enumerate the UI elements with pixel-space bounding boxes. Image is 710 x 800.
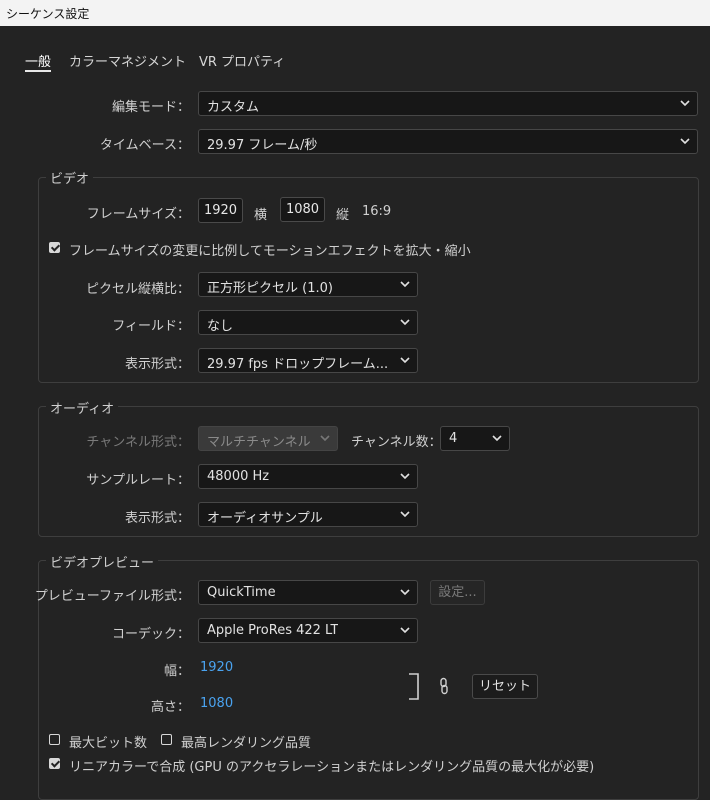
chevron-down-icon: [492, 435, 502, 442]
tab-vr-properties[interactable]: VR プロパティ: [199, 51, 285, 70]
preview-file-format-select[interactable]: QuickTime: [198, 580, 418, 605]
chevron-down-icon: [400, 473, 410, 480]
chevron-down-icon: [400, 357, 410, 364]
channel-format-value: マルチチャンネル: [207, 435, 311, 450]
chevron-down-icon: [400, 511, 410, 518]
preview-height-value[interactable]: 1080: [200, 696, 233, 711]
timebase-select[interactable]: 29.97 フレーム/秒: [198, 129, 698, 154]
fields-value: なし: [207, 319, 234, 334]
sample-rate-label: サンプルレート：: [86, 473, 190, 488]
preview-file-format-label: プレビューファイル形式：: [34, 589, 190, 604]
frame-width-unit: 横: [254, 208, 268, 223]
sample-rate-select[interactable]: 48000 Hz: [198, 464, 418, 489]
frame-width-input[interactable]: 1920: [198, 198, 243, 223]
audio-display-format-select[interactable]: オーディオサンプル: [198, 502, 418, 527]
tab-color-management[interactable]: カラーマネジメント: [69, 51, 186, 70]
pixel-aspect-select[interactable]: 正方形ピクセル (1.0): [198, 272, 418, 297]
chevron-down-icon: [400, 627, 410, 634]
channel-count-select[interactable]: 4: [440, 426, 510, 451]
edit-mode-label: 編集モード：: [111, 100, 190, 115]
reset-button[interactable]: リセット: [472, 674, 538, 699]
aspect-ratio-text: 16:9: [362, 204, 392, 219]
video-display-format-select[interactable]: 29.97 fps ドロップフレーム...: [198, 348, 418, 373]
codec-value: Apple ProRes 422 LT: [207, 623, 339, 638]
video-display-format-value: 29.97 fps ドロップフレーム...: [207, 357, 387, 372]
tab-general[interactable]: 一般: [25, 51, 52, 72]
window-title: シーケンス設定: [6, 7, 90, 21]
frame-height-input[interactable]: 1080: [280, 197, 325, 222]
pixel-aspect-label: ピクセル縦横比：: [85, 282, 190, 297]
title-bar: シーケンス設定: [0, 0, 710, 26]
chevron-down-icon: [400, 319, 410, 326]
edit-mode-value: カスタム: [207, 100, 260, 115]
preview-settings-button: 設定...: [430, 580, 485, 605]
linear-color-checkbox[interactable]: [49, 758, 60, 769]
max-bit-depth-label: 最大ビット数: [69, 736, 148, 751]
codec-select[interactable]: Apple ProRes 422 LT: [198, 618, 418, 643]
channel-count-label: チャンネル数：: [351, 435, 442, 450]
chevron-down-icon: [680, 100, 690, 107]
fields-select[interactable]: なし: [198, 310, 418, 335]
scale-motion-checkbox[interactable]: [49, 242, 60, 253]
pixel-aspect-value: 正方形ピクセル (1.0): [207, 281, 333, 296]
codec-label: コーデック：: [111, 627, 190, 642]
video-preview-group-title: ビデオプレビュー: [46, 552, 159, 571]
audio-group-title: オーディオ: [46, 398, 119, 417]
video-group-title: ビデオ: [46, 168, 94, 187]
preview-file-format-value: QuickTime: [207, 585, 276, 600]
preview-width-value[interactable]: 1920: [200, 660, 233, 675]
chevron-down-icon: [400, 589, 410, 596]
audio-display-format-label: 表示形式：: [124, 511, 190, 526]
linear-color-label: リニアカラーで合成 (GPU のアクセラレーションまたはレンダリング品質の最大化…: [69, 760, 595, 775]
fields-label: フィールド：: [112, 319, 190, 334]
scale-motion-label: フレームサイズの変更に比例してモーションエフェクトを拡大・縮小: [69, 244, 471, 259]
timebase-value: 29.97 フレーム/秒: [207, 138, 318, 153]
audio-display-format-value: オーディオサンプル: [207, 511, 323, 526]
channel-count-value: 4: [449, 431, 458, 446]
chevron-down-icon: [400, 281, 410, 288]
channel-format-label: チャンネル形式：: [86, 435, 190, 450]
timebase-label: タイムベース：: [99, 138, 190, 153]
tab-bar: 一般 カラーマネジメント VR プロパティ: [0, 51, 710, 75]
preview-height-label: 高さ：: [150, 700, 190, 715]
frame-size-label: フレームサイズ：: [86, 207, 190, 222]
preview-width-label: 幅：: [163, 664, 190, 679]
max-bit-depth-checkbox[interactable]: [49, 734, 60, 745]
video-display-format-label: 表示形式：: [124, 357, 190, 372]
chevron-down-icon: [320, 435, 330, 442]
max-render-quality-label: 最高レンダリング品質: [181, 736, 312, 751]
chevron-down-icon: [680, 138, 690, 145]
max-render-quality-checkbox[interactable]: [161, 734, 172, 745]
link-icon[interactable]: [438, 677, 450, 695]
frame-height-unit: 縦: [336, 208, 350, 223]
channel-format-select: マルチチャンネル: [198, 426, 338, 451]
sample-rate-value: 48000 Hz: [207, 469, 270, 484]
edit-mode-select[interactable]: カスタム: [198, 91, 698, 116]
bracket-icon: [409, 673, 419, 700]
